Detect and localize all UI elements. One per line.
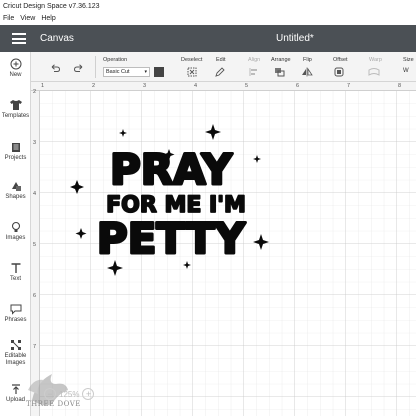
design-line-petty[interactable]: PETTY (95, 213, 247, 265)
zoom-value: 125% (59, 389, 80, 399)
window-title: Cricut Design Space v7.36.123 (0, 0, 416, 13)
sidebar-item-projects[interactable]: Projects (0, 141, 31, 161)
sidebar-item-shapes[interactable]: Shapes (0, 180, 31, 200)
deselect-icon[interactable] (186, 67, 198, 77)
sidebar-item-templates[interactable]: Templates (0, 99, 31, 119)
sparkle-icon (253, 234, 269, 250)
chevron-down-icon: ▾ (144, 69, 147, 75)
size-width-label: W (403, 68, 409, 74)
operation-value: Basic Cut (106, 69, 130, 75)
sidebar-label-templates: Templates (1, 113, 30, 119)
flip-label: Flip (303, 57, 312, 63)
speech-bubble-icon (10, 304, 21, 315)
redo-icon[interactable] (73, 63, 85, 73)
sidebar-item-images[interactable]: Images (0, 221, 31, 241)
sidebar-label-projects: Projects (4, 155, 27, 161)
edit-toolbar: Operation Basic Cut ▾ Deselect Edit Alig… (31, 52, 416, 82)
warp-label: Warp (369, 57, 382, 63)
shirt-icon (9, 100, 22, 110)
operation-select[interactable]: Basic Cut ▾ (103, 67, 150, 77)
sidebar-item-text[interactable]: Text (0, 262, 31, 282)
menu-bar: File View Help (0, 13, 416, 25)
sidebar-label-images: Images (5, 235, 26, 241)
arrange-label: Arrange (271, 57, 291, 63)
sparkle-icon (119, 129, 127, 137)
edit-pencil-icon[interactable] (214, 67, 226, 77)
sidebar-label-shapes: Shapes (5, 194, 26, 200)
sidebar-label-text: Text (9, 276, 21, 282)
warp-icon[interactable] (368, 67, 380, 77)
zoom-out-button[interactable]: − (44, 388, 56, 400)
edit-label: Edit (216, 57, 226, 63)
shapes-icon (11, 182, 21, 191)
editable-images-icon (10, 340, 21, 350)
text-icon (11, 263, 20, 273)
align-icon[interactable] (248, 67, 260, 77)
menu-view[interactable]: View (20, 15, 35, 25)
sparkle-icon (205, 124, 221, 140)
plus-circle-icon (10, 58, 21, 70)
flip-icon[interactable] (301, 67, 313, 77)
design-line-pray[interactable]: PRAY (108, 144, 234, 196)
app-header: Canvas Untitled* (0, 25, 416, 52)
sidebar-item-new[interactable]: New (0, 58, 31, 78)
sidebar-item-phrases[interactable]: Phrases (0, 303, 31, 323)
design-canvas[interactable]: 1 2 3 4 5 6 7 8 2 3 4 5 6 7 PRAY FOR ME … (31, 82, 416, 416)
offset-label: Offset (333, 57, 348, 63)
color-swatch[interactable] (154, 67, 164, 77)
menu-help[interactable]: Help (41, 15, 55, 25)
folder-icon (11, 143, 20, 152)
sidebar-label-phrases: Phrases (4, 317, 27, 323)
hamburger-menu-icon[interactable] (12, 33, 26, 44)
sidebar-label-new: New (9, 72, 22, 78)
deselect-label: Deselect (181, 57, 203, 63)
document-name: Untitled* (276, 33, 314, 44)
design-artwork[interactable]: PRAY FOR ME I'M PETTY (31, 82, 416, 416)
sparkle-icon (253, 155, 261, 163)
align-label: Align (248, 57, 261, 63)
offset-icon[interactable] (334, 67, 346, 77)
upload-icon (11, 384, 20, 394)
arrange-icon[interactable] (274, 67, 286, 77)
app-title: Canvas (40, 33, 74, 44)
undo-icon[interactable] (49, 63, 61, 73)
zoom-in-button[interactable]: + (82, 388, 95, 400)
menu-file[interactable]: File (3, 15, 14, 25)
size-label: Size (403, 57, 414, 63)
operation-label: Operation (103, 57, 128, 63)
sparkle-icon (75, 228, 87, 239)
sparkle-icon (70, 180, 84, 194)
lightbulb-icon (11, 221, 20, 232)
zoom-control: − 125% + (44, 386, 95, 402)
